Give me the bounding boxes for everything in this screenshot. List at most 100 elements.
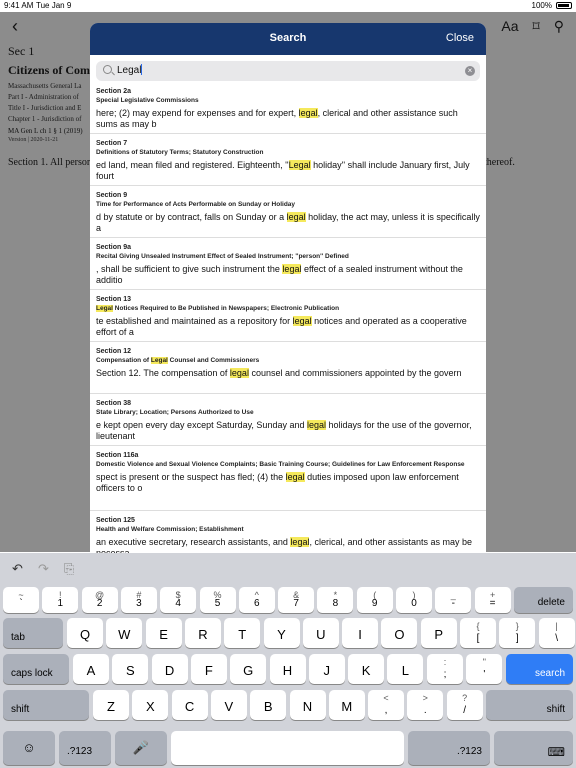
key-label: D (164, 663, 175, 678)
key-q[interactable]: Q (67, 618, 103, 648)
result-heading: Health and Welfare Commission; Establish… (96, 526, 244, 533)
key-i[interactable]: I (342, 618, 379, 648)
key-u[interactable]: U (302, 618, 339, 648)
shift-label: shift (11, 704, 30, 715)
search-input[interactable]: Legal (117, 64, 143, 76)
search-key[interactable]: search (506, 654, 573, 684)
snippet-text: d by statute or by contract, falls on Su… (96, 212, 287, 222)
result-item[interactable]: Section 2a Special Legislative Commission… (90, 82, 486, 134)
key-3[interactable]: #3 (120, 587, 157, 613)
tab-key[interactable]: tab (3, 618, 63, 648)
clear-icon[interactable]: × (465, 66, 475, 76)
result-section: Section 9a (96, 244, 132, 251)
space-key[interactable] (171, 731, 404, 765)
result-section: Section 9 (96, 192, 128, 199)
key-g[interactable]: G (230, 654, 267, 684)
key-punct-b0[interactable]: <, (368, 690, 404, 720)
key-t[interactable]: T (224, 618, 261, 648)
key-label: T (238, 627, 247, 642)
key-5[interactable]: % 5 (199, 587, 236, 613)
key-o[interactable]: O (381, 618, 418, 648)
search-key-label: search (534, 668, 565, 679)
key-e[interactable]: E (145, 618, 182, 648)
result-item[interactable]: Section 38 State Library; Location; Perso… (90, 394, 486, 446)
hide-keyboard-key[interactable]: ⌨ (494, 731, 573, 765)
result-item[interactable]: Section 13 Legal Notices Required to Be P… (90, 290, 486, 342)
key-m[interactable]: M (328, 690, 365, 720)
key-b[interactable]: B (250, 690, 287, 720)
key-c[interactable]: C (171, 690, 208, 720)
search-bar[interactable]: Legal × (96, 61, 480, 81)
key-r[interactable]: R (184, 618, 221, 648)
caps-lock-key[interactable]: caps lock (3, 654, 69, 684)
delete-key[interactable]: delete (514, 587, 573, 613)
keyboard-toolbar: ↶ ↷ ⎘ (0, 553, 576, 585)
key-k[interactable]: K (348, 654, 385, 684)
shift-key-right[interactable]: shift (486, 690, 573, 720)
key-l[interactable]: L (387, 654, 424, 684)
result-snippet: here; (2) may expend for expenses and fo… (96, 108, 480, 130)
paste-icon[interactable]: ⎘ (64, 561, 74, 577)
numbers-key-right[interactable]: .?123 (408, 731, 490, 765)
key-p[interactable]: P (420, 618, 457, 648)
key-punct-b2[interactable]: ? / (446, 690, 483, 720)
key-y[interactable]: Y (263, 618, 300, 648)
key-label: W (118, 627, 131, 642)
key-shift-label: : (443, 657, 447, 667)
key-4[interactable]: $4 (160, 587, 197, 613)
key-punct-1[interactable]: " ' (466, 654, 503, 684)
key-shift-label: < (383, 693, 389, 703)
numbers-key-left[interactable]: .?123 (59, 731, 111, 765)
undo-icon[interactable]: ↶ (12, 561, 23, 577)
key-11[interactable]: _ - (435, 587, 472, 613)
result-snippet: ed land, mean filed and registered. Eigh… (96, 160, 480, 182)
key-w[interactable]: W (106, 618, 143, 648)
result-item[interactable]: Section 125 Health and Welfare Commission… (90, 511, 486, 553)
key-9[interactable]: (9 (356, 587, 393, 613)
key-h[interactable]: H (269, 654, 306, 684)
key-label: Z (107, 699, 115, 714)
key-punct-b1[interactable]: >. (407, 690, 444, 720)
key-z[interactable]: Z (93, 690, 129, 720)
shift-key-left[interactable]: shift (3, 690, 89, 720)
key-x[interactable]: X (132, 690, 169, 720)
key-bracket-0[interactable]: {[ (460, 618, 496, 648)
key-label: . (423, 705, 427, 716)
key-0[interactable]: ~ ` (3, 587, 39, 613)
result-section: Section 7 (96, 140, 128, 147)
result-heading: Definitions of Statutory Terms; Statutor… (96, 149, 264, 156)
key-7[interactable]: & 7 (278, 587, 315, 613)
key-10[interactable]: ) 0 (396, 587, 432, 613)
close-button[interactable]: Close (446, 32, 474, 44)
key-s[interactable]: S (112, 654, 149, 684)
battery-label: 100% (531, 1, 552, 10)
key-n[interactable]: N (289, 690, 326, 720)
result-item[interactable]: Section 7 Definitions of Statutory Terms;… (90, 134, 486, 186)
emoji-icon: ☺ (22, 740, 36, 755)
key-12[interactable]: + = (474, 587, 511, 613)
heading-highlight: Legal (96, 305, 113, 312)
key-d[interactable]: D (151, 654, 188, 684)
result-item[interactable]: Section 116a Domestic Violence and Sexual… (90, 446, 486, 511)
heading-highlight: Legal (150, 357, 168, 364)
key-2[interactable]: @2 (81, 587, 118, 613)
key-label: U (316, 627, 326, 642)
key-1[interactable]: ! 1 (42, 587, 79, 613)
result-item[interactable]: Section 12 Compensation of Legal Counsel … (90, 342, 486, 394)
result-item[interactable]: Section 9a Recital Giving Unsealed Instru… (90, 238, 486, 290)
key-6[interactable]: ^ 6 (238, 587, 275, 613)
key-f[interactable]: F (190, 654, 227, 684)
key-v[interactable]: V (210, 690, 247, 720)
redo-icon[interactable]: ↷ (38, 561, 49, 577)
key-shift-label: } (515, 621, 519, 631)
key-bracket-2[interactable]: | \ (538, 618, 575, 648)
result-item[interactable]: Section 9 Time for Performance of Acts Pe… (90, 186, 486, 238)
emoji-key[interactable]: ☺ (3, 731, 55, 765)
key-a[interactable]: A (73, 654, 109, 684)
key-label: 8 (332, 598, 339, 609)
key-8[interactable]: * 8 (317, 587, 354, 613)
key-bracket-1[interactable]: }] (499, 618, 536, 648)
key-punct-0[interactable]: :; (427, 654, 463, 684)
key-j[interactable]: J (308, 654, 345, 684)
dictation-key[interactable]: 🎤 (115, 731, 167, 765)
